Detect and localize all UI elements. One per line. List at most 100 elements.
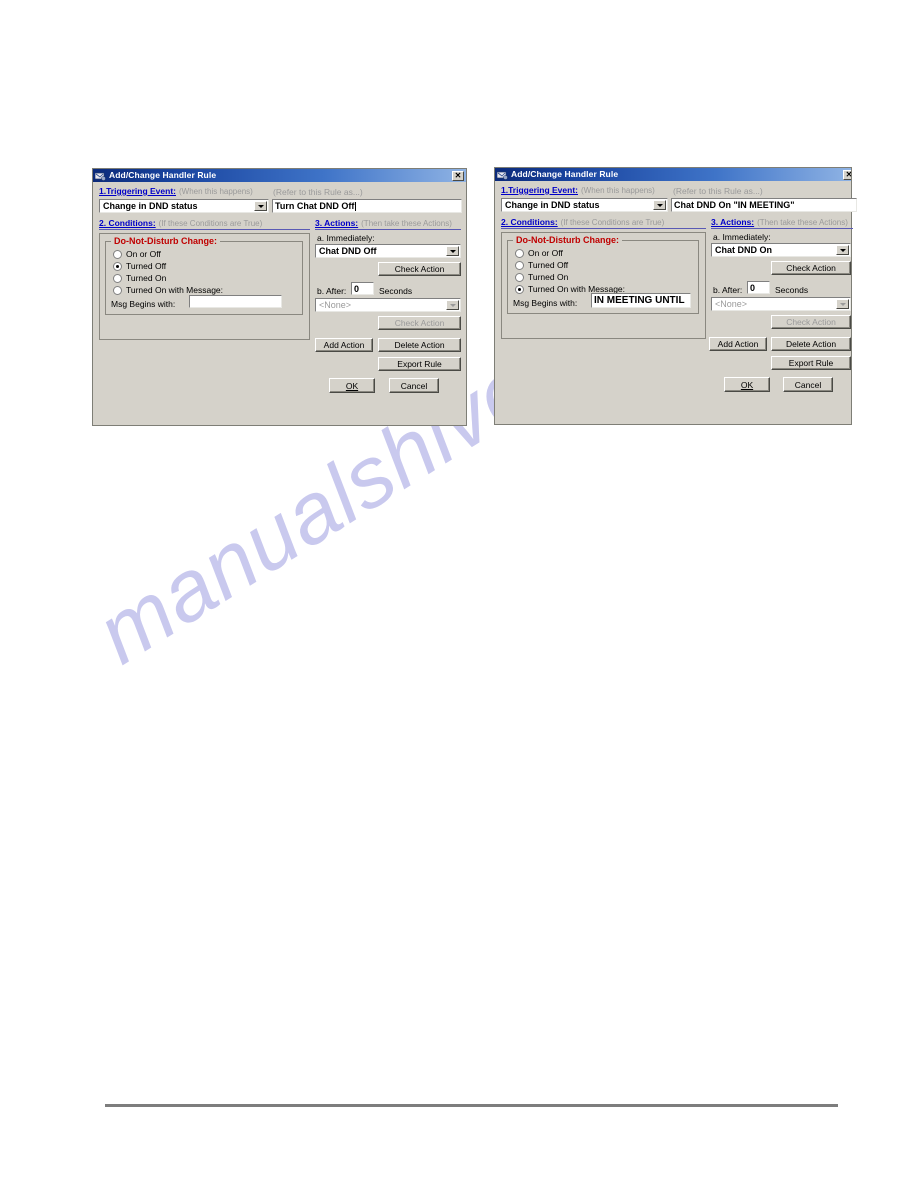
triggering-event-combo[interactable]: Change in DND status <box>99 199 269 213</box>
check-action-a-button[interactable]: Check Action <box>378 262 461 276</box>
ok-button[interactable]: OK <box>329 378 375 393</box>
export-rule-button[interactable]: Export Rule <box>771 356 851 370</box>
radio-turned-on[interactable]: Turned On <box>113 273 166 283</box>
actions-hint: (Then take these Actions) <box>757 218 848 227</box>
triggering-event-label: 1.Triggering Event: <box>501 185 578 195</box>
cancel-button[interactable]: Cancel <box>783 377 833 392</box>
radio-icon[interactable] <box>515 284 524 294</box>
check-action-b-label: Check Action <box>786 317 836 327</box>
close-icon[interactable]: ✕ <box>843 169 851 180</box>
conditions-label: 2. Conditions: <box>99 218 156 228</box>
radio-icon[interactable] <box>515 272 524 282</box>
radio-icon[interactable] <box>113 273 122 283</box>
actions-label: 3. Actions: <box>711 217 755 227</box>
radio-turned-off[interactable]: Turned Off <box>515 260 568 270</box>
check-action-b-label: Check Action <box>394 318 445 328</box>
delayed-action-value: <None> <box>715 299 748 309</box>
after-label: b. After: <box>713 285 743 295</box>
chevron-down-icon[interactable] <box>446 300 459 310</box>
chevron-down-icon[interactable] <box>836 299 849 309</box>
radio-icon[interactable] <box>113 285 122 295</box>
after-label: b. After: <box>317 286 347 296</box>
check-action-a-button[interactable]: Check Action <box>771 261 851 275</box>
radio-label: On or Off <box>126 249 161 259</box>
window-title: Add/Change Handler Rule <box>511 169 619 179</box>
dialog-window-right: Add/Change Handler Rule ✕ 1.Triggering E… <box>494 167 857 425</box>
cancel-button[interactable]: Cancel <box>389 378 439 393</box>
dialog-body: 1.Triggering Event: (When this happens) (… <box>93 182 466 425</box>
delete-action-label: Delete Action <box>394 340 445 350</box>
dnd-change-group-title: Do-Not-Disturb Change: <box>513 235 622 245</box>
msg-begins-with-input[interactable] <box>189 295 282 308</box>
conditions-divider <box>99 229 310 230</box>
msg-begins-with-label: Msg Begins with: <box>111 299 176 309</box>
rule-name-value: Turn Chat DND Off <box>275 201 355 211</box>
radio-turned-on[interactable]: Turned On <box>515 272 568 282</box>
check-action-b-button[interactable]: Check Action <box>378 316 461 330</box>
radio-label: Turned On with Message: <box>126 285 224 295</box>
radio-on-or-off[interactable]: On or Off <box>515 248 563 258</box>
immediate-action-value: Chat DND On <box>715 245 772 255</box>
chevron-down-icon[interactable] <box>836 245 849 255</box>
section-heading-triggering-event: 1.Triggering Event: (When this happens) <box>501 185 655 195</box>
dnd-change-group-title: Do-Not-Disturb Change: <box>111 236 220 246</box>
chevron-down-icon[interactable] <box>446 246 459 256</box>
radio-icon[interactable] <box>113 261 122 271</box>
radio-icon[interactable] <box>515 248 524 258</box>
msg-begins-with-label: Msg Begins with: <box>513 298 578 308</box>
radio-icon[interactable] <box>113 249 122 259</box>
app-icon <box>95 171 106 181</box>
delayed-action-combo[interactable]: <None> <box>711 297 851 311</box>
refer-to-rule-hint: (Refer to this Rule as...) <box>673 186 763 196</box>
section-heading-triggering-event: 1.Triggering Event: (When this happens) <box>99 186 253 196</box>
seconds-label: Seconds <box>775 285 809 295</box>
delete-action-button[interactable]: Delete Action <box>378 338 461 352</box>
delayed-action-combo[interactable]: <None> <box>315 298 461 312</box>
section-heading-conditions: 2. Conditions: (If these Conditions are T… <box>501 217 664 227</box>
msg-begins-with-input[interactable]: IN MEETING UNTIL <box>591 293 691 308</box>
export-rule-label: Export Rule <box>397 359 442 369</box>
immediate-action-value: Chat DND Off <box>319 246 377 256</box>
radio-label: Turned On <box>126 273 167 283</box>
chevron-down-icon[interactable] <box>254 201 267 211</box>
immediate-action-combo[interactable]: Chat DND On <box>711 243 851 257</box>
delete-action-label: Delete Action <box>785 339 837 349</box>
rule-name-input[interactable]: Turn Chat DND Off <box>272 199 462 213</box>
radio-on-or-off[interactable]: On or Off <box>113 249 161 259</box>
chevron-down-icon[interactable] <box>653 200 666 210</box>
add-action-button[interactable]: Add Action <box>315 338 373 352</box>
conditions-label: 2. Conditions: <box>501 217 558 227</box>
actions-hint: (Then take these Actions) <box>361 219 452 228</box>
radio-label: Turned On <box>528 272 569 282</box>
app-icon <box>497 170 508 180</box>
check-action-b-button[interactable]: Check Action <box>771 315 851 329</box>
immediate-action-combo[interactable]: Chat DND Off <box>315 244 461 258</box>
title-bar[interactable]: Add/Change Handler Rule ✕ <box>93 169 466 182</box>
close-icon[interactable]: ✕ <box>452 170 464 181</box>
radio-turned-off[interactable]: Turned Off <box>113 261 166 271</box>
radio-icon[interactable] <box>515 260 524 270</box>
triggering-event-combo[interactable]: Change in DND status <box>501 198 668 212</box>
actions-divider <box>315 229 461 230</box>
after-seconds-input[interactable]: 0 <box>747 281 770 294</box>
add-action-button[interactable]: Add Action <box>709 337 767 351</box>
rule-name-input[interactable]: Chat DND On "IN MEETING" <box>671 198 857 212</box>
after-seconds-value: 0 <box>750 282 756 293</box>
footer-divider <box>105 1104 838 1107</box>
check-action-a-label: Check Action <box>394 264 445 274</box>
export-rule-label: Export Rule <box>788 358 834 368</box>
section-heading-actions: 3. Actions: (Then take these Actions) <box>711 217 848 227</box>
window-title: Add/Change Handler Rule <box>109 170 217 180</box>
actions-label: 3. Actions: <box>315 218 359 228</box>
ok-button[interactable]: OK <box>724 377 770 392</box>
after-seconds-input[interactable]: 0 <box>351 282 374 295</box>
cancel-label: Cancel <box>794 379 822 390</box>
radio-label: Turned Off <box>126 261 167 271</box>
radio-label: On or Off <box>528 248 563 258</box>
delete-action-button[interactable]: Delete Action <box>771 337 851 351</box>
radio-turned-on-with-message[interactable]: Turned On with Message: <box>113 285 223 295</box>
triggering-event-hint: (When this happens) <box>581 186 655 195</box>
export-rule-button[interactable]: Export Rule <box>378 357 461 371</box>
msg-begins-with-value: IN MEETING UNTIL <box>594 295 685 306</box>
title-bar[interactable]: Add/Change Handler Rule ✕ <box>495 168 851 181</box>
